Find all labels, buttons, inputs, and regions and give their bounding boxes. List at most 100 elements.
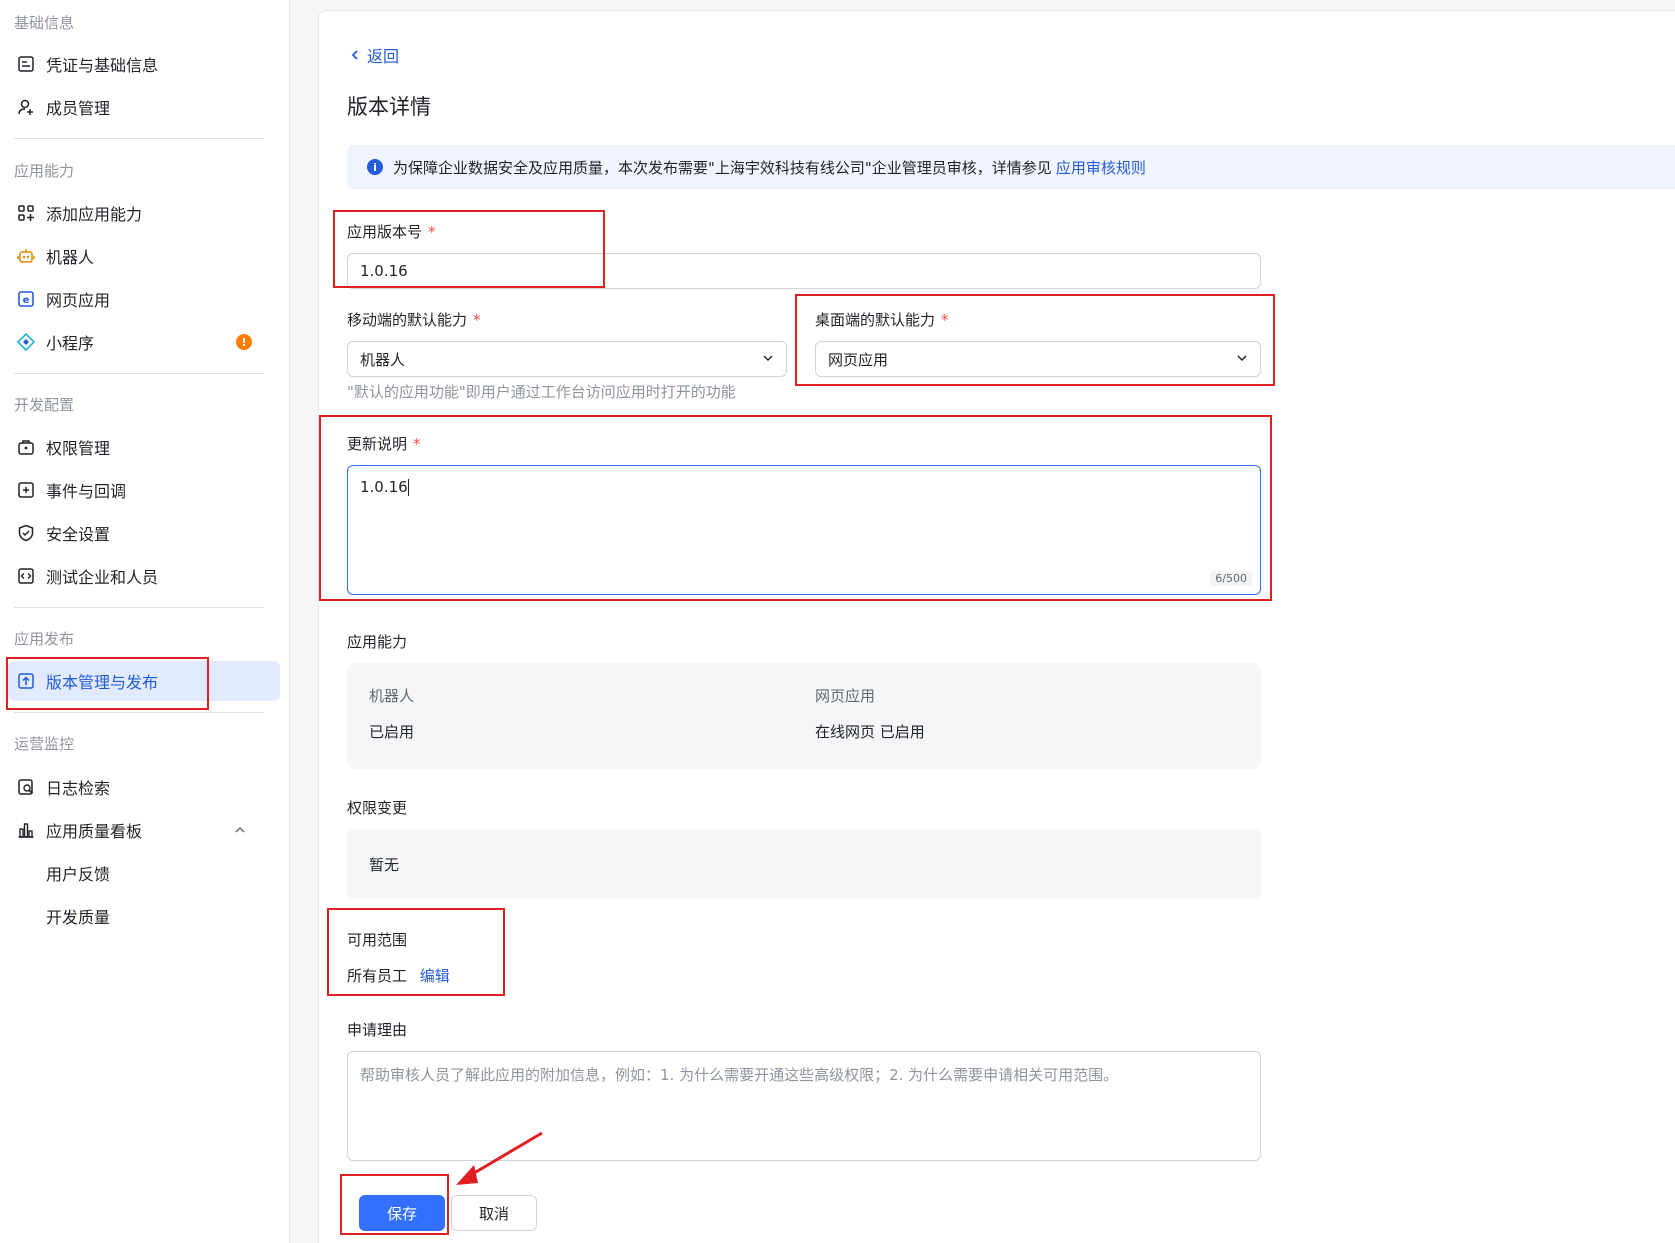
- grid-add-icon: [16, 203, 36, 223]
- desktop-default-value: 网页应用: [828, 350, 889, 369]
- sidebar-item-version-release[interactable]: 版本管理与发布: [8, 661, 280, 701]
- divider: [14, 373, 264, 374]
- sidebar-item-label: 安全设置: [46, 525, 111, 544]
- sidebar-item-label: 日志检索: [46, 779, 111, 798]
- main-card: 返回 版本详情 i 为保障企业数据安全及应用质量，本次发布需要"上海宇效科技有线…: [318, 10, 1675, 1243]
- chevron-up-icon[interactable]: [234, 821, 246, 840]
- back-link[interactable]: 返回: [349, 43, 399, 67]
- notice-text: 为保障企业数据安全及应用质量，本次发布需要"上海宇效科技有线公司"企业管理员审核…: [393, 158, 1052, 177]
- sidebar-item-mini-program[interactable]: 小程序 !: [8, 322, 280, 362]
- sidebar-item-label: 测试企业和人员: [46, 568, 159, 587]
- required-mark: *: [473, 311, 481, 329]
- update-notes-label-text: 更新说明: [347, 435, 408, 453]
- update-notes-label: 更新说明 *: [347, 433, 421, 454]
- sidebar-item-label: 开发质量: [46, 908, 111, 927]
- sidebar-item-label: 网页应用: [46, 291, 111, 310]
- desktop-default-select[interactable]: 网页应用: [815, 341, 1261, 377]
- scope-value: 所有员工: [347, 967, 408, 985]
- sidebar-item-add-capability[interactable]: 添加应用能力: [8, 193, 280, 233]
- permission-changes-value: 暂无: [369, 856, 400, 874]
- shield-check-icon: [16, 523, 36, 543]
- section-title-monitoring: 运营监控: [14, 735, 75, 753]
- chevron-down-icon: [1236, 350, 1248, 368]
- mobile-default-label: 移动端的默认能力 *: [347, 309, 481, 330]
- sidebar-item-label: 添加应用能力: [46, 205, 143, 224]
- sidebar-item-label: 用户反馈: [46, 865, 111, 884]
- permission-changes-label: 权限变更: [347, 799, 408, 817]
- page-title: 版本详情: [347, 95, 431, 119]
- text-cursor: [407, 479, 409, 496]
- sidebar-item-log-search[interactable]: 日志检索: [8, 767, 280, 807]
- sidebar-item-quality-board[interactable]: 应用质量看板: [8, 810, 280, 850]
- sidebar-item-label: 应用质量看板: [46, 822, 143, 841]
- capability-name: 网页应用: [815, 687, 876, 705]
- divider: [14, 138, 264, 139]
- code-box-icon: [16, 566, 36, 586]
- reason-placeholder: 帮助审核人员了解此应用的附加信息，例如：1. 为什么需要开通这些高级权限；2. …: [360, 1066, 1119, 1084]
- edit-scope-link[interactable]: 编辑: [420, 967, 450, 985]
- scope-value-row: 所有员工 编辑: [347, 965, 450, 986]
- save-button[interactable]: 保存: [359, 1195, 445, 1231]
- notice-banner: i 为保障企业数据安全及应用质量，本次发布需要"上海宇效科技有线公司"企业管理员…: [347, 145, 1675, 189]
- sidebar-item-label: 权限管理: [46, 439, 111, 458]
- default-capability-hint: "默认的应用功能"即用户通过工作台访问应用时打开的功能: [347, 383, 736, 401]
- reason-textarea[interactable]: 帮助审核人员了解此应用的附加信息，例如：1. 为什么需要开通这些高级权限；2. …: [347, 1051, 1261, 1161]
- sidebar-item-label: 版本管理与发布: [46, 673, 159, 692]
- section-title-release: 应用发布: [14, 630, 75, 648]
- required-mark: *: [428, 223, 436, 241]
- mobile-default-label-text: 移动端的默认能力: [347, 311, 468, 329]
- sidebar-item-bot[interactable]: 机器人: [8, 236, 280, 276]
- mobile-default-select[interactable]: 机器人: [347, 341, 787, 377]
- warning-badge: !: [236, 334, 252, 350]
- char-counter: 6/500: [1210, 571, 1252, 586]
- event-plus-icon: [16, 480, 36, 500]
- reason-label: 申请理由: [347, 1021, 408, 1039]
- permission-changes-panel: 暂无: [347, 829, 1261, 899]
- back-label: 返回: [367, 47, 400, 66]
- review-rules-link[interactable]: 应用审核规则: [1056, 157, 1146, 178]
- sidebar-item-label: 凭证与基础信息: [46, 56, 159, 75]
- info-icon: i: [367, 159, 383, 175]
- sidebar-item-members[interactable]: 成员管理: [8, 87, 280, 127]
- sidebar-item-dev-quality[interactable]: 开发质量: [8, 896, 280, 936]
- sidebar-item-label: 小程序: [46, 334, 95, 353]
- briefcase-icon: [16, 437, 36, 457]
- sidebar-item-credentials[interactable]: 凭证与基础信息: [8, 44, 280, 84]
- capability-status: 在线网页 已启用: [815, 723, 925, 741]
- bar-chart-icon: [16, 820, 36, 840]
- required-mark: *: [413, 435, 421, 453]
- version-label: 应用版本号 *: [347, 221, 436, 242]
- sidebar-item-permissions[interactable]: 权限管理: [8, 427, 280, 467]
- sidebar-item-user-feedback[interactable]: 用户反馈: [8, 853, 280, 893]
- scope-label: 可用范围: [347, 931, 408, 949]
- web-app-icon: e: [16, 289, 36, 309]
- sidebar-item-events[interactable]: 事件与回调: [8, 470, 280, 510]
- sidebar-item-web-app[interactable]: e 网页应用: [8, 279, 280, 319]
- log-search-icon: [16, 777, 36, 797]
- upload-box-icon: [16, 671, 36, 691]
- desktop-default-label-text: 桌面端的默认能力: [815, 311, 936, 329]
- cancel-button[interactable]: 取消: [451, 1195, 537, 1231]
- update-notes-textarea[interactable]: 1.0.16 6/500: [347, 465, 1261, 595]
- sidebar-item-test-org[interactable]: 测试企业和人员: [8, 556, 280, 596]
- sidebar-item-label: 事件与回调: [46, 482, 127, 501]
- section-title-capabilities: 应用能力: [14, 162, 75, 180]
- svg-text:e: e: [23, 295, 30, 306]
- chevron-left-icon: [349, 46, 361, 65]
- required-mark: *: [941, 311, 949, 329]
- section-title-basic: 基础信息: [14, 14, 75, 32]
- version-input[interactable]: 1.0.16: [347, 253, 1261, 289]
- robot-icon: [16, 246, 36, 266]
- desktop-default-label: 桌面端的默认能力 *: [815, 309, 949, 330]
- divider: [14, 607, 264, 608]
- sidebar: 基础信息 凭证与基础信息 成员管理 应用能力 添加应用能力 机器人 e 网页应用…: [0, 0, 290, 1243]
- mobile-default-value: 机器人: [360, 350, 406, 369]
- divider: [14, 712, 264, 713]
- chevron-down-icon: [762, 350, 774, 368]
- capabilities-label: 应用能力: [347, 633, 408, 651]
- sidebar-item-label: 机器人: [46, 248, 95, 267]
- sidebar-item-security[interactable]: 安全设置: [8, 513, 280, 553]
- user-add-icon: [16, 97, 36, 117]
- capability-name: 机器人: [369, 687, 415, 705]
- version-value: 1.0.16: [360, 262, 408, 280]
